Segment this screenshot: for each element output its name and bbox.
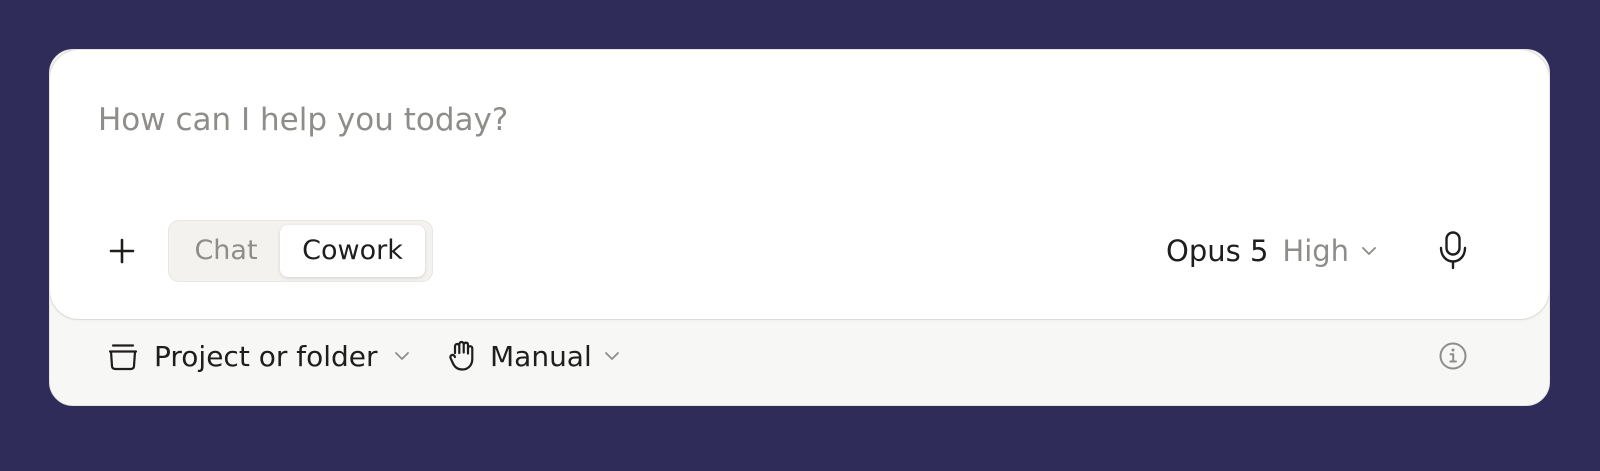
permission-mode-selector[interactable]: Manual: [446, 332, 636, 380]
permission-mode-label: Manual: [490, 339, 592, 373]
project-folder-label: Project or folder: [154, 339, 378, 373]
model-name: Opus 5: [1166, 234, 1269, 268]
project-folder-selector[interactable]: Project or folder: [105, 332, 425, 380]
folder-icon: [105, 339, 140, 373]
microphone-icon: [1436, 229, 1470, 271]
info-button[interactable]: [1434, 337, 1472, 375]
plus-icon: [106, 235, 138, 267]
hand-icon: [446, 339, 479, 373]
prompt-input[interactable]: [98, 98, 1298, 142]
mode-toggle: Chat Cowork: [168, 220, 433, 282]
composer-card: Chat Cowork Opus 5 High: [49, 49, 1550, 406]
chevron-down-icon: [602, 346, 622, 366]
microphone-button[interactable]: [1427, 224, 1479, 276]
model-selector[interactable]: Opus 5 High: [1158, 225, 1388, 277]
chevron-down-icon: [1358, 240, 1380, 262]
prompt-composer: Chat Cowork Opus 5 High: [50, 50, 1549, 320]
tab-cowork[interactable]: Cowork: [280, 225, 425, 277]
info-icon: [1438, 341, 1468, 371]
chevron-down-icon: [392, 346, 412, 366]
add-attachment-button[interactable]: [96, 225, 148, 277]
effort-level: High: [1282, 234, 1350, 268]
tab-chat[interactable]: Chat: [173, 225, 279, 277]
